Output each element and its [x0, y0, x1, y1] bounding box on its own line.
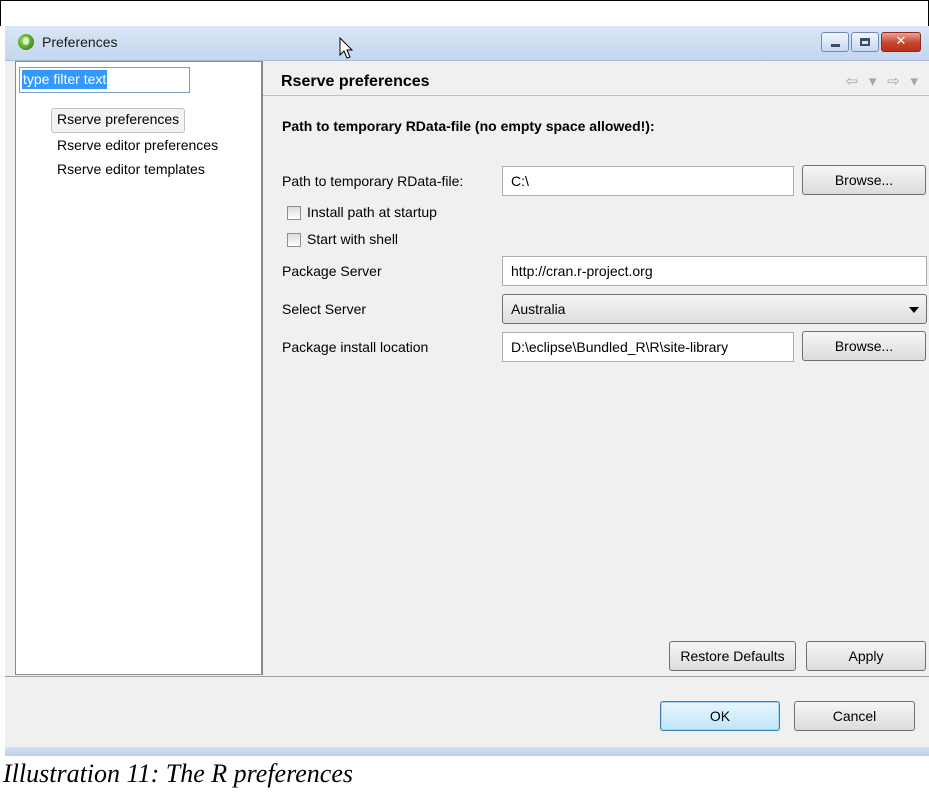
- install-location-label: Package install location: [282, 339, 429, 355]
- page-title: Rserve preferences: [281, 73, 430, 90]
- restore-defaults-button[interactable]: Restore Defaults: [669, 641, 796, 671]
- select-server-label: Select Server: [282, 301, 367, 317]
- document-frame-top: [0, 0, 929, 1]
- ok-button[interactable]: OK: [660, 701, 780, 731]
- preferences-window: Preferences ✕ type filter text Rserve pr…: [5, 26, 929, 756]
- history-nav-arrows-icon[interactable]: ⇦ ▾ ⇨ ▾: [846, 72, 922, 90]
- select-server-dropdown[interactable]: Australia: [502, 294, 927, 324]
- filter-input[interactable]: type filter text: [19, 67, 190, 93]
- document-frame-left: [0, 0, 1, 26]
- window-title: Preferences: [42, 34, 118, 50]
- select-server-value: Australia: [511, 301, 566, 317]
- window-controls: ✕: [821, 32, 921, 52]
- tree-item-rserve-preferences[interactable]: Rserve preferences: [51, 108, 186, 133]
- page-header: Rserve preferences ⇦ ▾ ⇨ ▾: [263, 61, 929, 96]
- tree-item-rserve-editor-preferences[interactable]: Rserve editor preferences: [51, 134, 256, 158]
- install-path-label: Install path at startup: [307, 204, 437, 220]
- start-shell-checkbox[interactable]: [287, 233, 301, 247]
- install-location-field[interactable]: D:\eclipse\Bundled_R\R\site-library: [502, 332, 794, 362]
- rdata-path-field[interactable]: C:\: [502, 166, 794, 196]
- section-title: Path to temporary RData-file (no empty s…: [282, 118, 655, 134]
- close-button[interactable]: ✕: [881, 32, 921, 52]
- rdata-path-label: Path to temporary RData-file:: [282, 173, 464, 189]
- minimize-icon: [831, 44, 840, 47]
- preferences-tree: Rserve preferences Rserve editor prefere…: [51, 108, 256, 182]
- close-icon: ✕: [895, 34, 907, 49]
- preference-page-content: Path to temporary RData-file (no empty s…: [263, 96, 929, 675]
- tree-item-rserve-editor-templates[interactable]: Rserve editor templates: [51, 158, 256, 182]
- mouse-cursor-icon: [339, 37, 354, 59]
- install-location-browse-button[interactable]: Browse...: [802, 331, 926, 361]
- apply-button[interactable]: Apply: [806, 641, 926, 671]
- title-bar[interactable]: Preferences ✕: [5, 26, 929, 61]
- start-shell-label: Start with shell: [307, 231, 399, 247]
- maximize-button[interactable]: [851, 32, 879, 52]
- package-server-field[interactable]: http://cran.r-project.org: [502, 256, 927, 286]
- install-path-checkbox[interactable]: [287, 206, 301, 220]
- minimize-button[interactable]: [821, 32, 849, 52]
- maximize-icon: [860, 38, 870, 46]
- chevron-down-icon: [909, 307, 919, 313]
- figure-caption: Illustration 11: The R preferences: [3, 759, 353, 788]
- filter-input-text: type filter text: [22, 70, 108, 89]
- eclipse-app-icon: [18, 34, 34, 50]
- window-bottom-border: [5, 747, 929, 756]
- cancel-button[interactable]: Cancel: [794, 701, 915, 731]
- dialog-button-bar: OK Cancel: [5, 677, 929, 756]
- package-server-label: Package Server: [282, 263, 382, 279]
- rdata-browse-button[interactable]: Browse...: [802, 165, 926, 195]
